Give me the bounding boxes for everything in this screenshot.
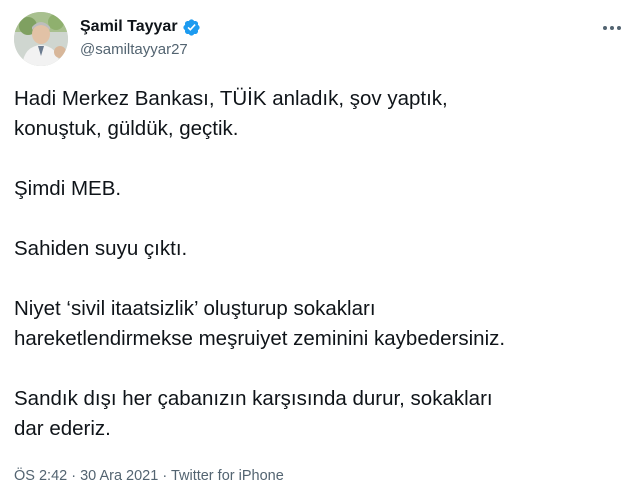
tweet-meta: ÖS 2:42 · 30 Ara 2021 · Twitter for iPho… [14, 468, 284, 484]
tweet-text: Hadi Merkez Bankası, TÜİK anladık, şov y… [14, 84, 626, 444]
tweet-card: Şamil Tayyar @samiltayyar27 Hadi Merkez … [0, 0, 640, 504]
meta-separator: · [67, 468, 81, 484]
meta-separator: · [158, 468, 171, 484]
tweet-paragraph: Sahiden suyu çıktı. [14, 237, 188, 260]
tweet-header: Şamil Tayyar @samiltayyar27 [14, 12, 626, 68]
verified-badge-icon [182, 18, 201, 37]
tweet-paragraph: Niyet ‘sivil itaatsizlik’ oluşturup soka… [14, 297, 506, 350]
tweet-paragraph: Sandık dışı her çabanızın karşısında dur… [14, 387, 493, 440]
more-options-icon[interactable] [598, 18, 626, 38]
tweet-date[interactable]: 30 Ara 2021 [80, 468, 158, 484]
display-name[interactable]: Şamil Tayyar [80, 18, 178, 36]
tweet-paragraph: Hadi Merkez Bankası, TÜİK anladık, şov y… [14, 87, 448, 140]
author-names: Şamil Tayyar @samiltayyar27 [80, 16, 201, 58]
tweet-paragraph: Şimdi MEB. [14, 177, 122, 200]
display-name-row: Şamil Tayyar [80, 16, 201, 38]
author-handle[interactable]: @samiltayyar27 [80, 41, 201, 58]
tweet-time[interactable]: ÖS 2:42 [14, 468, 67, 484]
tweet-source[interactable]: Twitter for iPhone [171, 468, 284, 484]
avatar[interactable] [14, 12, 68, 66]
